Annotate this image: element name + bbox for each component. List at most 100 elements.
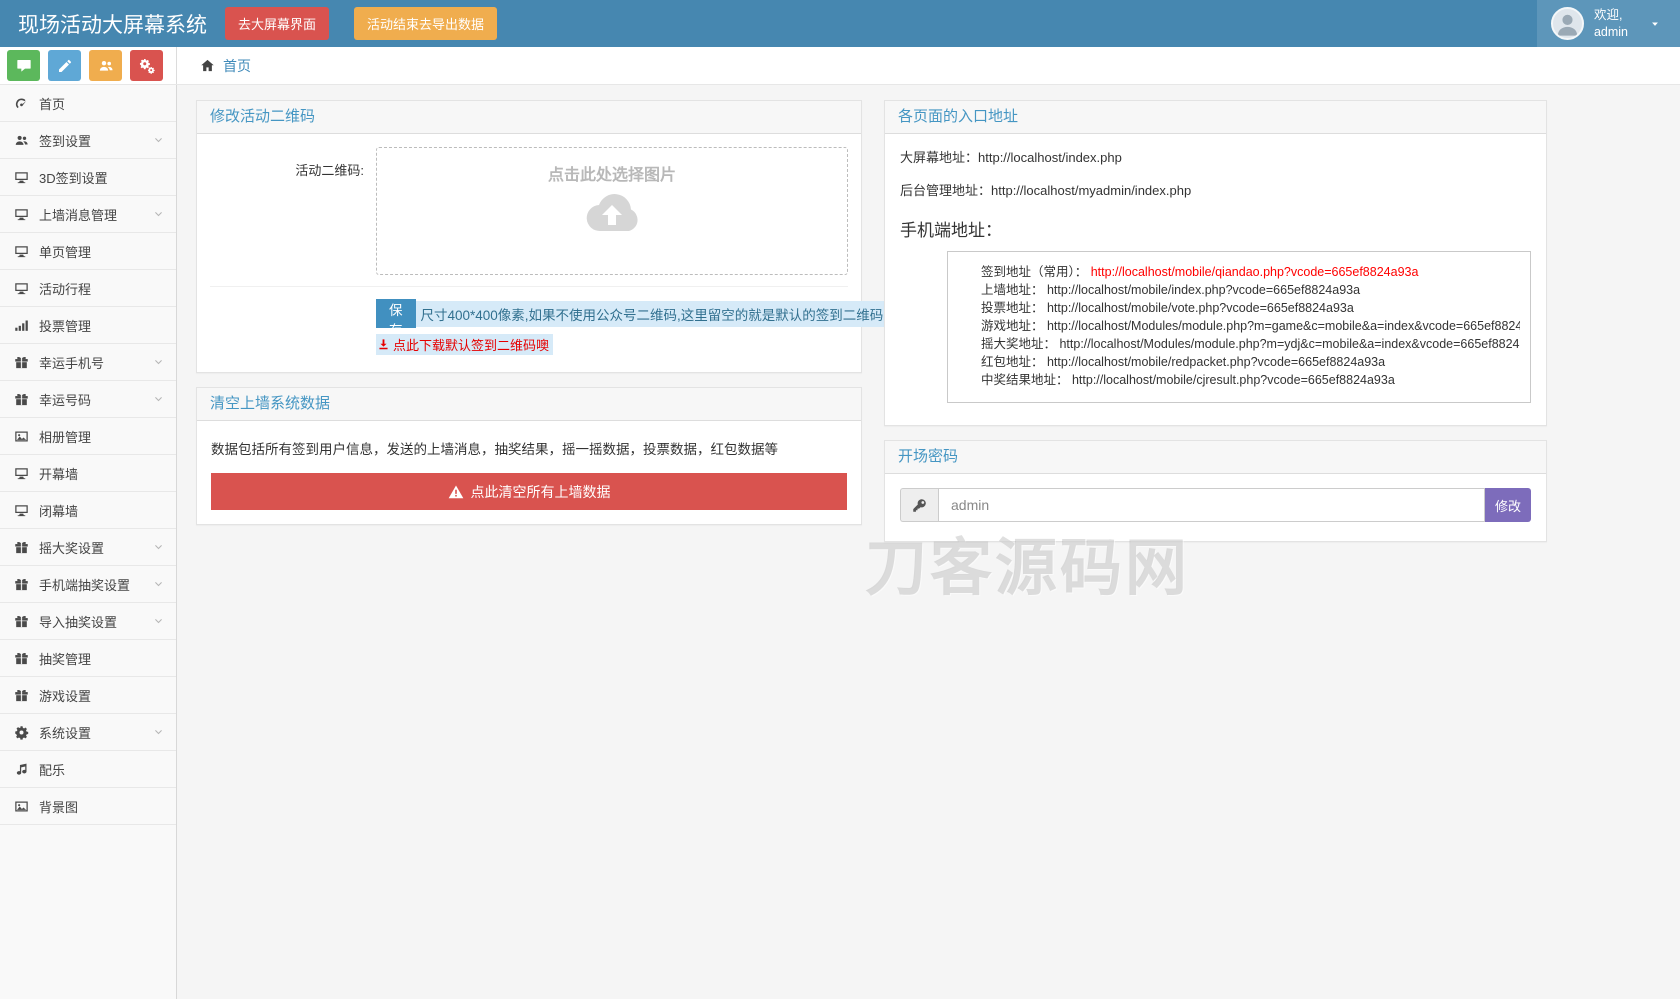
- qrcode-panel-title: 修改活动二维码: [197, 101, 861, 134]
- mobile-url[interactable]: http://localhost/mobile/redpacket.php?vc…: [1047, 355, 1385, 369]
- mobile-url-line: 摇大奖地址： http://localhost/Modules/module.p…: [981, 335, 1520, 353]
- chevron-down-icon: [153, 209, 164, 220]
- admin-url[interactable]: http://localhost/myadmin/index.php: [991, 183, 1191, 198]
- password-input[interactable]: [938, 488, 1485, 522]
- quick-buttons: [0, 47, 177, 84]
- music-icon: [14, 762, 39, 777]
- toolbar: 首页: [0, 47, 1680, 85]
- cogs-icon: [139, 58, 155, 74]
- chat-icon: [16, 58, 32, 74]
- sidebar-item-opening-wall[interactable]: 开幕墙: [0, 455, 176, 492]
- mobile-url[interactable]: http://localhost/mobile/index.php?vcode=…: [1047, 283, 1360, 297]
- users-button[interactable]: [89, 50, 122, 81]
- save-hint-text: 尺寸400*400像素,如果不使用公众号二维码,这里留空的就是默认的签到二维码: [415, 300, 889, 327]
- chevron-down-icon: [153, 357, 164, 368]
- sidebar-item-music[interactable]: 配乐: [0, 751, 176, 788]
- sidebar-item-closing-wall[interactable]: 闭幕墙: [0, 492, 176, 529]
- password-panel: 开场密码 修改: [884, 440, 1547, 542]
- users-icon: [98, 58, 114, 74]
- sidebar-item-3d-qiandao[interactable]: 3D签到设置: [0, 159, 176, 196]
- sidebar-item-wall-message[interactable]: 上墙消息管理: [0, 196, 176, 233]
- sidebar-item-album[interactable]: 相册管理: [0, 418, 176, 455]
- avatar: [1550, 7, 1584, 40]
- sidebar-item-single-page[interactable]: 单页管理: [0, 233, 176, 270]
- gift-icon: [14, 355, 39, 370]
- image-icon: [14, 429, 39, 444]
- sidebar-item-game-settings[interactable]: 游戏设置: [0, 677, 176, 714]
- mobile-url[interactable]: http://localhost/Modules/module.php?m=yd…: [1059, 337, 1520, 351]
- breadcrumb[interactable]: 首页: [177, 47, 251, 84]
- sidebar-item-background[interactable]: 背景图: [0, 788, 176, 825]
- clear-panel-title: 清空上墙系统数据: [197, 388, 861, 421]
- welcome-text: 欢迎,: [1593, 8, 1623, 23]
- image-icon: [14, 799, 39, 814]
- username-text: admin: [1593, 24, 1628, 39]
- mobile-url-line: 游戏地址： http://localhost/Modules/module.ph…: [981, 317, 1520, 335]
- sidebar-item-mobile-lottery[interactable]: 手机端抽奖设置: [0, 566, 176, 603]
- mobile-url[interactable]: http://localhost/mobile/qiandao.php?vcod…: [1091, 265, 1419, 279]
- sidebar-item-import-lottery[interactable]: 导入抽奖设置: [0, 603, 176, 640]
- clear-all-data-button[interactable]: 点此清空所有上墙数据: [211, 473, 847, 510]
- mobile-url-line: 中奖结果地址： http://localhost/mobile/cjresult…: [981, 373, 1395, 387]
- bigscreen-url[interactable]: http://localhost/index.php: [978, 150, 1122, 165]
- settings-button[interactable]: [130, 50, 163, 81]
- chevron-down-icon: [153, 727, 164, 738]
- gift-icon: [14, 540, 39, 555]
- signal-icon: [14, 318, 39, 333]
- gift-icon: [14, 688, 39, 703]
- desktop-icon: [14, 170, 39, 185]
- mobile-url[interactable]: http://localhost/Modules/module.php?m=ga…: [1047, 319, 1520, 333]
- mobile-url-line: 签到地址（常用）： http://localhost/mobile/qianda…: [981, 265, 1419, 279]
- gift-icon: [14, 392, 39, 407]
- chat-button[interactable]: [7, 50, 40, 81]
- mobile-url-line: 红包地址： http://localhost/mobile/redpacket.…: [981, 355, 1386, 369]
- admin-page: 现场活动大屏幕系统 去大屏幕界面 活动结束去导出数据 欢迎, admin 首页: [0, 0, 1680, 999]
- entry-panel-title: 各页面的入口地址: [885, 101, 1546, 134]
- chevron-down-icon: [153, 616, 164, 627]
- users-icon: [14, 133, 39, 148]
- sidebar-item-qiandao-set[interactable]: 签到设置: [0, 122, 176, 159]
- sidebar-item-shake-prize[interactable]: 摇大奖设置: [0, 529, 176, 566]
- mobile-url-line: 投票地址： http://localhost/mobile/vote.php?v…: [981, 301, 1354, 315]
- sidebar: 首页 签到设置 3D签到设置 上墙消息管理 单页管理 活动行程 投票管理 幸运手…: [0, 85, 177, 999]
- home-icon: [200, 58, 215, 73]
- desktop-icon: [14, 244, 39, 259]
- dashboard-icon: [14, 96, 39, 111]
- download-default-qrcode-link[interactable]: 点此下载默认签到二维码噢: [376, 334, 554, 355]
- clear-data-panel: 清空上墙系统数据 数据包括所有签到用户信息，发送的上墙消息，抽奖结果，摇一摇数据…: [196, 387, 862, 525]
- modify-password-button[interactable]: 修改: [1485, 488, 1531, 522]
- desktop-icon: [14, 503, 39, 518]
- sidebar-item-lucky-number[interactable]: 幸运号码: [0, 381, 176, 418]
- mobile-url[interactable]: http://localhost/mobile/vote.php?vcode=6…: [1047, 301, 1354, 315]
- gear-icon: [14, 725, 39, 740]
- download-icon: [377, 338, 390, 351]
- divider: [210, 286, 848, 287]
- sidebar-item-system-settings[interactable]: 系统设置: [0, 714, 176, 751]
- mobile-url[interactable]: http://localhost/mobile/cjresult.php?vco…: [1072, 373, 1395, 387]
- qrcode-field-label: 活动二维码:: [295, 163, 364, 178]
- go-bigscreen-button[interactable]: 去大屏幕界面: [225, 7, 330, 40]
- gift-icon: [14, 651, 39, 666]
- password-panel-title: 开场密码: [885, 441, 1546, 474]
- sidebar-item-lucky-phone[interactable]: 幸运手机号: [0, 344, 176, 381]
- sidebar-item-vote[interactable]: 投票管理: [0, 307, 176, 344]
- admin-url-line: 后台管理地址：http://localhost/myadmin/index.ph…: [900, 183, 1192, 198]
- edit-button[interactable]: [48, 50, 81, 81]
- qrcode-panel: 修改活动二维码 活动二维码: 点击此处选择图片 保存 尺寸400*400像素,如…: [196, 100, 889, 373]
- chevron-down-icon: [153, 394, 164, 405]
- save-button[interactable]: 保存: [376, 299, 416, 338]
- sidebar-item-lottery-manage[interactable]: 抽奖管理: [0, 640, 176, 677]
- sidebar-item-schedule[interactable]: 活动行程: [0, 270, 176, 307]
- qrcode-upload-area[interactable]: 点击此处选择图片: [376, 147, 848, 275]
- pencil-icon: [57, 58, 73, 74]
- export-data-button[interactable]: 活动结束去导出数据: [354, 7, 498, 40]
- cloud-upload-icon: [580, 189, 644, 235]
- desktop-icon: [14, 466, 39, 481]
- sidebar-item-home[interactable]: 首页: [0, 85, 176, 122]
- left-column: 修改活动二维码 活动二维码: 点击此处选择图片 保存 尺寸400*400像素,如…: [196, 100, 889, 539]
- chevron-down-icon: [153, 135, 164, 146]
- warning-icon: [448, 484, 464, 500]
- chevron-down-icon: [153, 579, 164, 590]
- user-menu[interactable]: 欢迎, admin: [1536, 0, 1680, 47]
- mobile-url-box: 签到地址（常用）： http://localhost/mobile/qianda…: [947, 251, 1531, 403]
